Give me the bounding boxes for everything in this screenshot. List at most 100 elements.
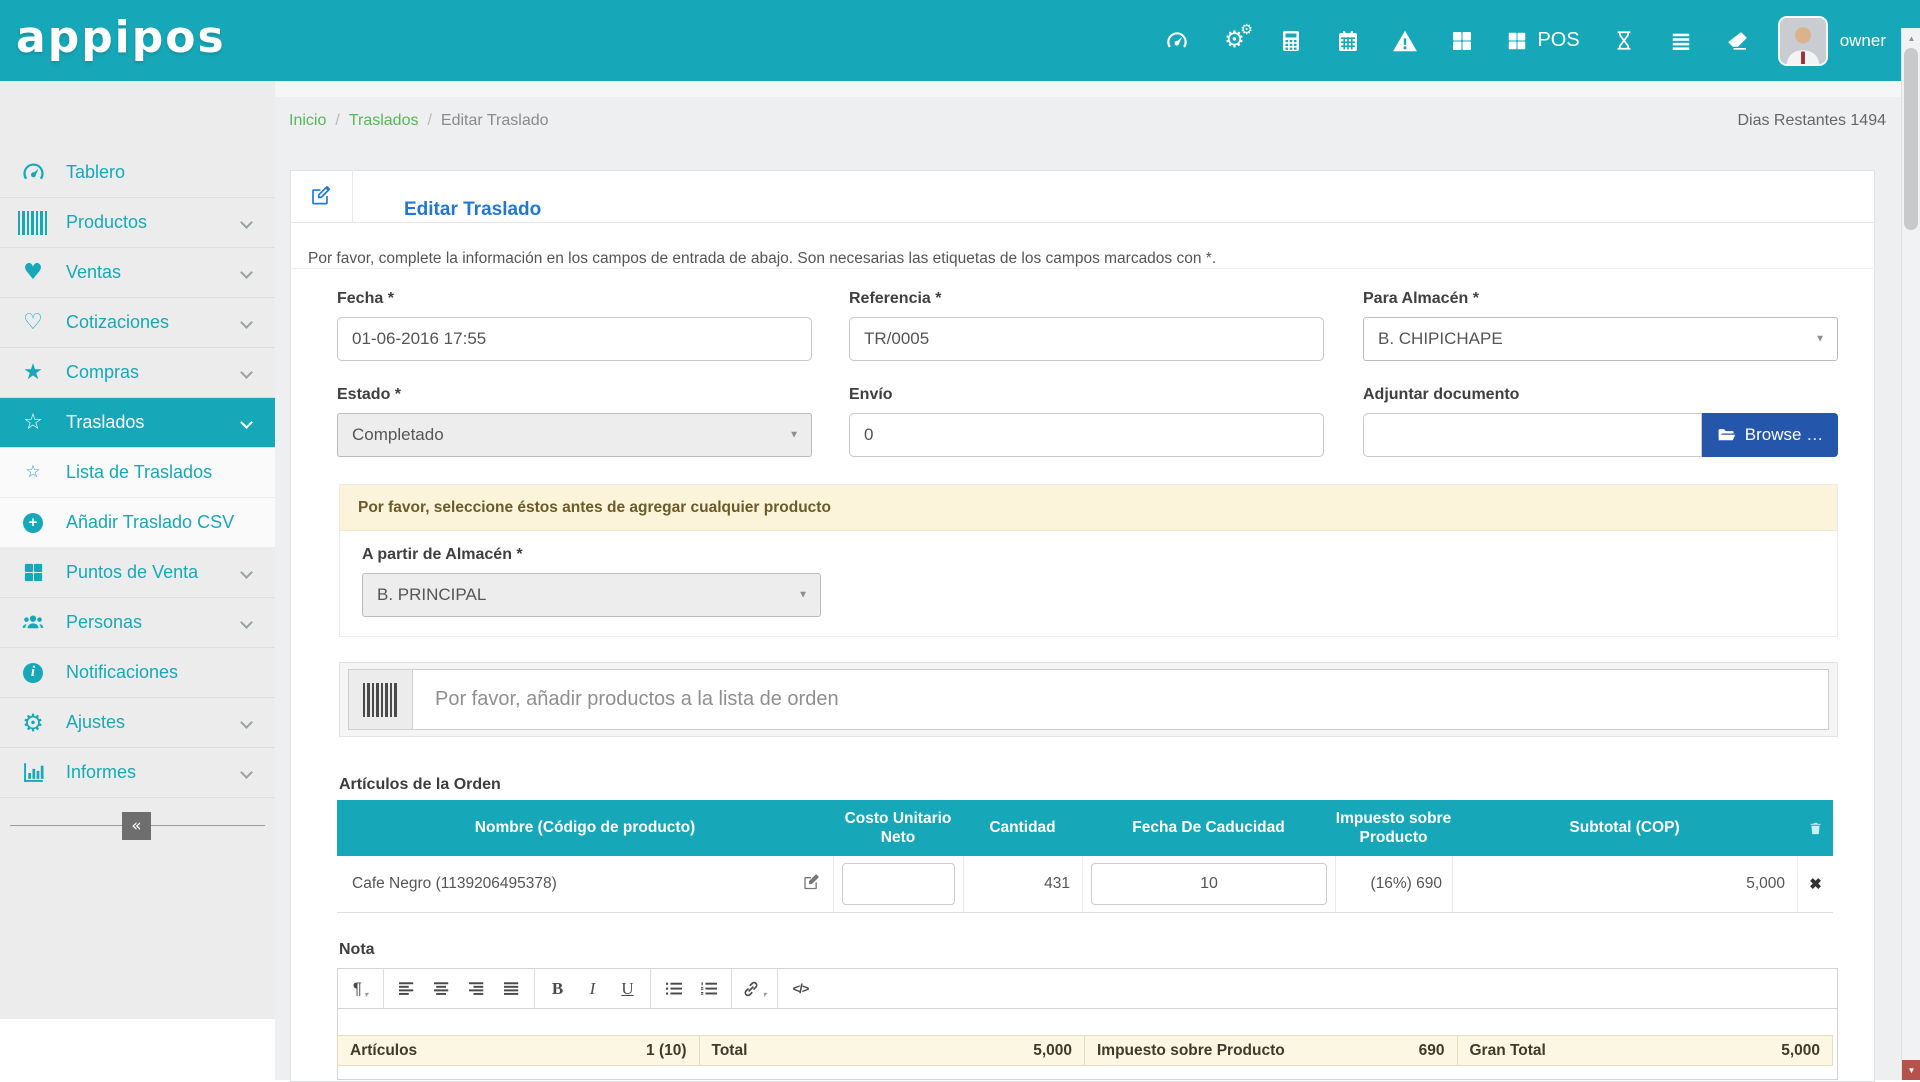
paragraph-style-button[interactable]: ¶▾: [343, 969, 378, 1008]
info-icon: i: [0, 663, 66, 683]
field-envio: Envío: [849, 386, 1324, 457]
gauge-icon: [0, 159, 66, 186]
italic-button[interactable]: I: [575, 969, 610, 1008]
para-almacen-select[interactable]: B. CHIPICHAPE ▼: [1363, 317, 1838, 361]
sidebar-collapse-button[interactable]: «: [122, 812, 151, 840]
bold-button[interactable]: B: [540, 969, 575, 1008]
adjuntar-file-input[interactable]: [1363, 413, 1702, 457]
eraser-icon[interactable]: [1725, 28, 1751, 53]
header-name: Nombre (Código de producto): [337, 800, 833, 856]
align-center-button[interactable]: [424, 969, 459, 1008]
link-button[interactable]: ▾: [737, 969, 772, 1008]
heart-outline-icon: ♡: [0, 312, 66, 334]
header-expiry: Fecha De Caducidad: [1082, 800, 1335, 856]
sidebar-item-label: Personas: [66, 612, 142, 633]
field-label: Envío: [849, 386, 1324, 404]
fecha-input[interactable]: [337, 317, 812, 361]
sidebar-item-puntos-de-venta[interactable]: Puntos de Venta: [0, 548, 275, 598]
sidebar-item-tablero[interactable]: Tablero: [0, 148, 275, 198]
warning-icon[interactable]: [1392, 28, 1418, 54]
unit-cost-input[interactable]: [842, 863, 955, 905]
underline-button[interactable]: U: [610, 969, 645, 1008]
apps-grid-icon[interactable]: [1449, 29, 1475, 53]
calendar-icon[interactable]: [1335, 29, 1361, 53]
user-name[interactable]: owner: [1840, 31, 1886, 51]
sidebar-item-label: Ventas: [66, 262, 121, 283]
heart-icon: ♥: [0, 262, 66, 284]
field-label: Adjuntar documento: [1363, 386, 1838, 404]
breadcrumb-inicio[interactable]: Inicio: [289, 112, 326, 129]
field-adjuntar-documento: Adjuntar documento Browse …: [1363, 386, 1838, 457]
sidebar-item-productos[interactable]: Productos: [0, 198, 275, 248]
summary-label: Gran Total: [1470, 1042, 1546, 1060]
sidebar-item-ventas[interactable]: ♥ Ventas: [0, 248, 275, 298]
sidebar-item-cotizaciones[interactable]: ♡ Cotizaciones: [0, 298, 275, 348]
unordered-list-button[interactable]: [656, 969, 691, 1008]
trash-icon: [1797, 800, 1833, 856]
delete-row-button[interactable]: ✖: [1797, 856, 1833, 912]
chevron-down-icon: [240, 266, 253, 279]
barcode-icon: [0, 211, 66, 235]
field-estado: Estado * Completado ▼: [337, 386, 812, 457]
chevron-down-icon: [240, 616, 253, 629]
qty-value: 431: [963, 856, 1082, 912]
code-view-button[interactable]: </>: [783, 969, 818, 1008]
breadcrumb-traslados[interactable]: Traslados: [349, 112, 419, 129]
barcode-icon: [363, 683, 399, 717]
dropdown-caret-icon: ▾: [762, 990, 766, 999]
summary-value: 1 (10): [646, 1042, 687, 1060]
days-remaining: Dias Restantes 1494: [1737, 112, 1886, 130]
sidebar-item-lista-de-traslados[interactable]: ☆ Lista de Traslados: [0, 448, 275, 498]
scroll-down-arrow-icon[interactable]: ▼: [1902, 1060, 1920, 1080]
paragraph-glyph: ¶: [353, 979, 362, 999]
bar-chart-icon: [0, 760, 66, 785]
cogs-icon[interactable]: ⚙⚙: [1221, 29, 1247, 52]
summary-label: Impuesto sobre Producto: [1097, 1042, 1285, 1060]
dashboard-gauge-icon[interactable]: [1164, 28, 1190, 54]
scroll-up-arrow-icon[interactable]: ▲: [1902, 28, 1920, 48]
sidebar-item-informes[interactable]: Informes: [0, 748, 275, 798]
browse-button[interactable]: Browse …: [1702, 413, 1838, 457]
hourglass-icon[interactable]: [1611, 28, 1637, 53]
user-avatar[interactable]: [1778, 16, 1828, 66]
pos-button[interactable]: POS: [1506, 29, 1579, 52]
align-justify-button[interactable]: [494, 969, 529, 1008]
list-icon[interactable]: [1668, 30, 1694, 52]
summary-impuesto: Impuesto sobre Producto 690: [1084, 1036, 1457, 1065]
origin-warehouse-select[interactable]: B. PRINCIPAL ▼: [362, 573, 821, 617]
sidebar-item-traslados[interactable]: ☆ Traslados: [0, 398, 275, 448]
sidebar-item-anadir-traslado-csv[interactable]: + Añadir Traslado CSV: [0, 498, 275, 548]
estado-select[interactable]: Completado ▼: [337, 413, 812, 457]
summary-label: Artículos: [350, 1042, 417, 1060]
star-outline-icon: ☆: [0, 464, 66, 481]
summary-value: 5,000: [1781, 1042, 1820, 1060]
card-header-divider: [352, 170, 353, 222]
scrollbar-thumb[interactable]: [1904, 48, 1918, 230]
summary-value: 5,000: [1033, 1042, 1072, 1060]
breadcrumb: Inicio/Traslados/Editar Traslado: [289, 112, 549, 130]
sidebar-item-personas[interactable]: Personas: [0, 598, 275, 648]
ordered-list-button[interactable]: [691, 969, 726, 1008]
edit-product-icon[interactable]: [801, 872, 821, 897]
align-left-button[interactable]: [389, 969, 424, 1008]
scrollbar[interactable]: ▲ ▼: [1901, 28, 1920, 1080]
sidebar: Tablero Productos ♥ Ventas ♡ Cotizacione…: [0, 81, 275, 1019]
order-items-title: Artículos de la Orden: [339, 776, 501, 794]
product-search-input[interactable]: [412, 669, 1829, 730]
referencia-input[interactable]: [849, 317, 1324, 361]
chevron-down-icon: [240, 766, 253, 779]
sidebar-item-compras[interactable]: ★ Compras: [0, 348, 275, 398]
top-navbar: appipos ⚙⚙ POS: [0, 0, 1920, 81]
sidebar-item-label: Compras: [66, 362, 139, 383]
sidebar-spacer: [0, 81, 275, 148]
envio-input[interactable]: [849, 413, 1324, 457]
sidebar-item-notificaciones[interactable]: i Notificaciones: [0, 648, 275, 698]
align-right-button[interactable]: [459, 969, 494, 1008]
calculator-icon[interactable]: [1278, 29, 1304, 53]
expiry-input[interactable]: [1091, 863, 1327, 905]
sidebar-item-ajustes[interactable]: ⚙ Ajustes: [0, 698, 275, 748]
field-label: Estado *: [337, 386, 812, 404]
app-logo[interactable]: appipos: [16, 12, 226, 63]
gear-icon: ⚙: [0, 711, 66, 735]
select-caret-icon: ▼: [798, 590, 808, 601]
